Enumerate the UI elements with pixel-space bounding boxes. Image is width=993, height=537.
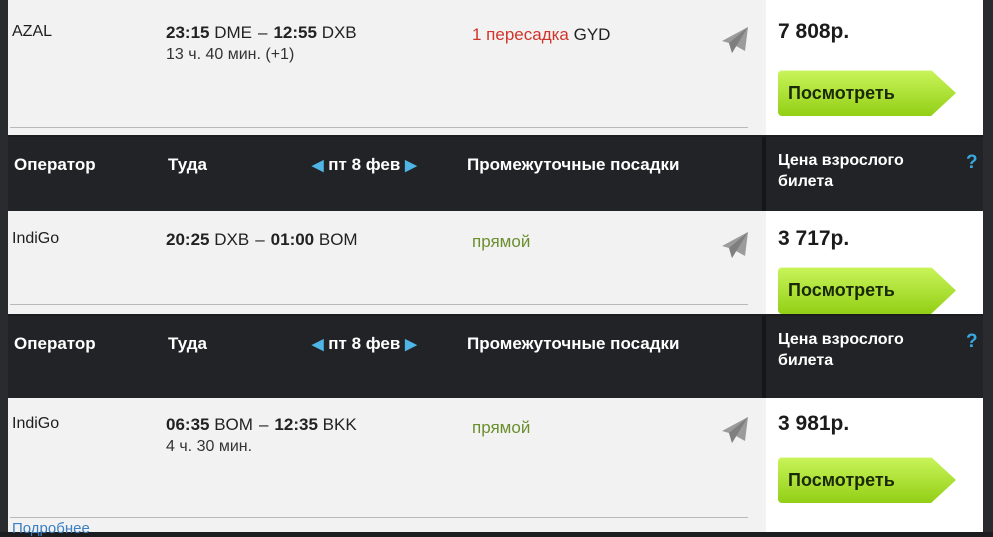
header-operator: Оператор [14,334,96,353]
header-stops: Промежуточные посадки [467,334,680,353]
next-date-arrow-icon[interactable]: ▶ [405,336,417,353]
airplane-icon [722,232,748,258]
arrival-airport: BOM [318,230,358,249]
times-dash: – [258,23,268,42]
frame-edge-right [983,0,993,532]
header-direction: Туда [168,155,208,174]
departure-airport: DXB [214,230,250,249]
times-dash: – [258,415,269,434]
departure-time: 23:15 [166,23,210,42]
flight-info: IndiGo 20:25 DXB –01:00 BOM прямой [8,211,762,314]
details-link[interactable]: Подробнее [12,520,90,537]
flight-results: AZAL 23:15 DME –12:55 DXB 13 ч. 40 мин. (… [0,0,993,537]
header-stops: Промежуточные посадки [467,155,680,174]
header-date: пт 8 фев [328,155,401,174]
row-divider [10,304,748,305]
operator-name: IndiGo [12,230,60,247]
arrival-time: 12:55 [273,23,317,42]
price-column: 3 717р. Посмотреть [766,211,983,314]
flight-row-1: AZAL 23:15 DME –12:55 DXB 13 ч. 40 мин. (… [8,0,983,135]
header-separator [762,137,766,211]
departure-airport: DME [214,23,252,42]
departure-time: 06:35 [166,415,210,434]
date-selector: ◀ пт 8 фев ▶ [312,334,417,354]
stops-info: прямой [472,232,531,251]
header-price: Цена взрослого билета [778,152,904,190]
arrival-airport: BKK [322,415,357,434]
header-direction: Туда [168,334,208,353]
table-header-2: Оператор Туда ◀ пт 8 фев ▶ Промежуточные… [8,316,983,398]
flight-duration: 4 ч. 30 мин. [166,438,253,455]
flight-duration: 13 ч. 40 мин. (+1) [166,46,295,63]
ticket-price: 7 808р. [778,20,850,43]
flight-times: 20:25 DXB –01:00 BOM [166,229,358,251]
transfer-airport: GYD [573,25,611,44]
transfer-count: 1 пересадка [472,25,569,44]
header-price: Цена взрослого билета [778,331,904,369]
operator-name: IndiGo [12,415,60,432]
operator-name: AZAL [12,23,53,40]
flight-row-2: IndiGo 20:25 DXB –01:00 BOM прямой 3 717р… [8,211,983,314]
flight-times: 06:35 BOM –12:35 BKK 4 ч. 30 мин. [166,414,357,458]
row-divider [10,127,748,128]
departure-airport: BOM [214,415,253,434]
airplane-icon [722,417,748,443]
stops-info: прямой [472,418,531,437]
row-divider [10,517,748,518]
airplane-icon [722,27,748,53]
view-button[interactable]: Посмотреть [778,70,956,116]
next-date-arrow-icon[interactable]: ▶ [405,157,417,174]
header-separator [762,316,766,398]
prev-date-arrow-icon[interactable]: ◀ [312,336,324,353]
prev-date-arrow-icon[interactable]: ◀ [312,157,324,174]
stops-info: 1 пересадка GYD [472,25,610,45]
header-date: пт 8 фев [328,334,401,353]
header-operator: Оператор [14,155,96,174]
flight-times: 23:15 DME –12:55 DXB 13 ч. 40 мин. (+1) [166,22,357,66]
flight-info: AZAL 23:15 DME –12:55 DXB 13 ч. 40 мин. (… [8,0,762,135]
price-column: 7 808р. Посмотреть [766,0,983,135]
times-dash: – [255,230,265,249]
date-selector: ◀ пт 8 фев ▶ [312,155,417,175]
price-column: 3 981р. Посмотреть [766,398,983,532]
ticket-price: 3 717р. [778,227,850,250]
flight-info: IndiGo 06:35 BOM –12:35 BKK 4 ч. 30 мин. … [8,398,762,532]
ticket-price: 3 981р. [778,412,850,435]
arrival-time: 12:35 [274,415,318,434]
view-button[interactable]: Посмотреть [778,267,956,314]
arrival-airport: DXB [321,23,357,42]
help-icon[interactable]: ? [966,331,978,353]
view-button[interactable]: Посмотреть [778,457,956,503]
departure-time: 20:25 [166,230,210,249]
help-icon[interactable]: ? [966,152,978,174]
table-header-1: Оператор Туда ◀ пт 8 фев ▶ Промежуточные… [8,137,983,211]
arrival-time: 01:00 [270,230,315,249]
flight-row-3: IndiGo 06:35 BOM –12:35 BKK 4 ч. 30 мин. … [8,398,983,532]
frame-edge-left [0,0,8,532]
